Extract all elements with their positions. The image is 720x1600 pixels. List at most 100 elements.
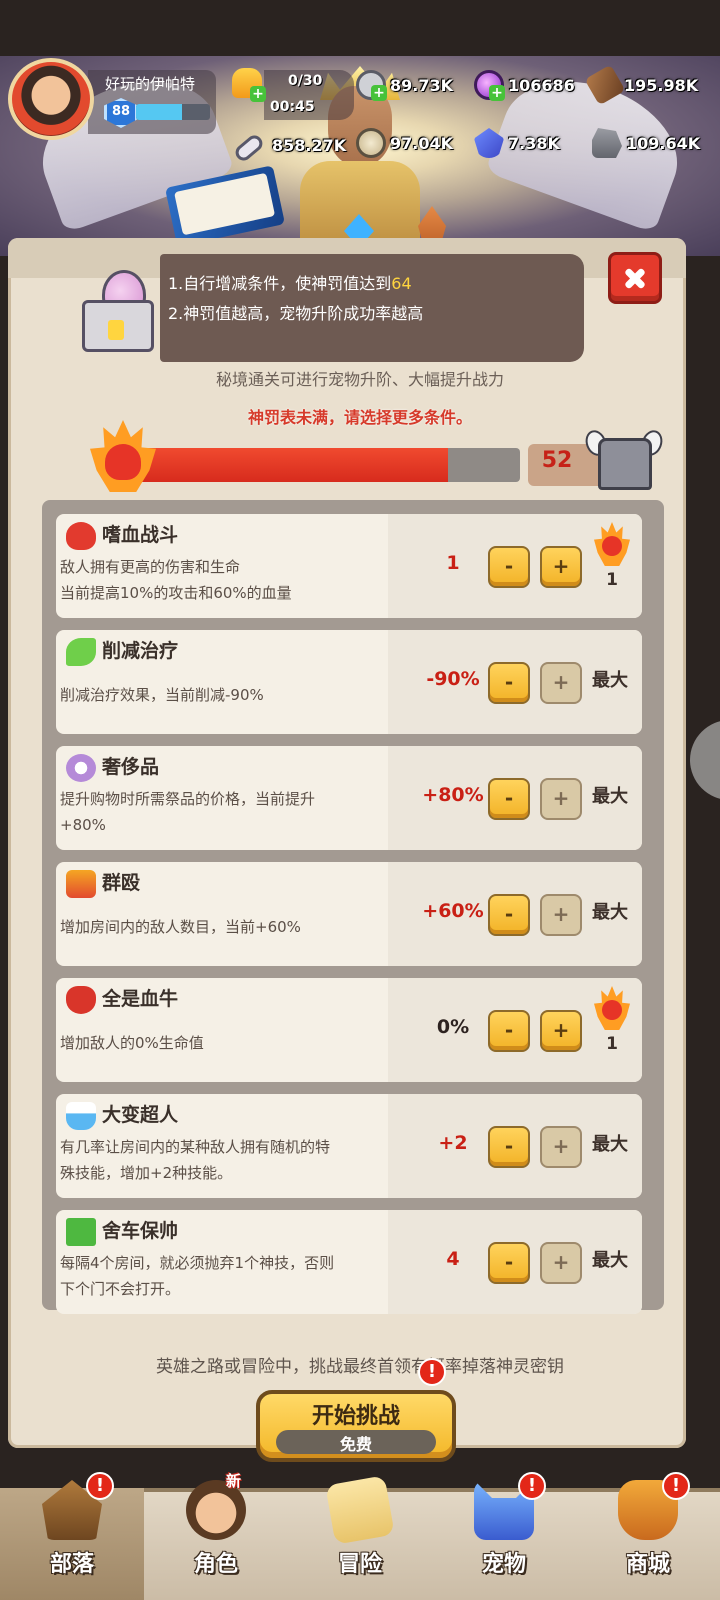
decrease-button[interactable]: - [488, 894, 530, 936]
resource-value: 7.38K [508, 133, 560, 153]
condition-title: 群殴 [102, 872, 141, 894]
player-avatar[interactable] [8, 58, 94, 140]
stone-icon [592, 128, 622, 158]
condition-desc: 增加敌人的0%生命值 [60, 1034, 204, 1052]
nav-tab-map[interactable]: 冒险 [288, 1475, 432, 1600]
healing-leaves-icon [66, 638, 96, 666]
nav-tab-pet[interactable]: 宠物! [432, 1472, 576, 1600]
resource-value: 106686 [508, 75, 575, 95]
angry-demon-icon [66, 522, 96, 550]
decrease-button[interactable]: - [488, 778, 530, 820]
decrease-button[interactable]: - [488, 1126, 530, 1168]
hint-subtitle: 秘境通关可进行宠物升阶、大幅提升战力 [215, 370, 504, 389]
bull-head-icon [66, 986, 96, 1014]
resource-value: 97.04K [390, 133, 454, 153]
resource-value: 89.73K [390, 75, 454, 95]
nav-tab-shop[interactable]: 商城! [576, 1472, 720, 1600]
max-label: 最大 [592, 670, 628, 691]
pet-egg-chest-icon [78, 262, 164, 352]
drop-hint: 英雄之路或冒险中，挑战最终首领有概率掉落神灵密钥 [156, 1357, 564, 1377]
energy-count: 0/30 [288, 73, 323, 89]
ore-icon: + [356, 70, 387, 101]
decrease-button[interactable]: - [488, 1242, 530, 1284]
app-root: 好玩的伊帕特 88 + 0/30 00:45 + 89.73K + 106686… [0, 0, 720, 1600]
cost-value: 1 [606, 570, 618, 590]
condition-desc: 削减治疗效果，当前削减-90% [60, 686, 264, 704]
decrease-button[interactable]: - [488, 1010, 530, 1052]
new-badge: 新 [226, 1472, 242, 1490]
resource-wood[interactable]: 195.98K [584, 64, 699, 106]
increase-button[interactable]: + [540, 1126, 582, 1168]
exp-fill [136, 104, 182, 120]
resource-bone[interactable]: 858.27K [232, 130, 346, 164]
resource-ore[interactable]: + 89.73K [356, 70, 454, 101]
condition-desc: 下个门不会打开。 [60, 1280, 181, 1298]
condition-row: 嗜血战斗 敌人拥有更高的伤害和生命 当前提高10%的攻击和60%的血量 1- +1 [56, 514, 642, 618]
increase-button[interactable]: + [540, 662, 582, 704]
condition-desc: 敌人拥有更高的伤害和生命 [60, 558, 241, 576]
nav-label: 部落 [49, 1552, 94, 1577]
rule-target-value: 64 [391, 274, 412, 293]
condition-row: 舍车保帅 每隔4个房间，就必须抛弃1个神技，否则 下个门不会打开。 4- + 最大 [56, 1210, 642, 1314]
wood-icon [584, 64, 626, 106]
flame-skull-icon [90, 420, 156, 492]
add-ore-icon[interactable]: + [371, 85, 387, 101]
crowd-demons-icon [66, 870, 96, 898]
increase-button[interactable]: + [540, 894, 582, 936]
increase-button[interactable]: + [540, 546, 582, 588]
nav-label: 商城 [625, 1552, 670, 1577]
close-button[interactable] [608, 252, 662, 304]
resource-value: 109.64K [626, 133, 701, 153]
condition-title: 舍车保帅 [102, 1220, 179, 1242]
resource-stone[interactable]: 109.64K [592, 128, 700, 158]
condition-row: 全是血牛 增加敌人的0%生命值 0% - +1 [56, 978, 642, 1082]
decrease-button[interactable]: - [488, 662, 530, 704]
condition-row: 群殴 增加房间内的敌人数目，当前+60% +60% - + 最大 [56, 862, 642, 966]
alert-badge: ! [662, 1472, 690, 1500]
start-alert-badge: ! [418, 1358, 446, 1386]
nav-label: 宠物 [481, 1552, 526, 1577]
max-label: 最大 [592, 786, 628, 807]
progress-fill [136, 448, 448, 482]
resource-crystal[interactable]: 7.38K [474, 128, 560, 158]
start-button-cost: 免费 [339, 1435, 372, 1454]
condition-title: 全是血牛 [102, 988, 179, 1010]
increase-button[interactable]: + [540, 778, 582, 820]
increase-button[interactable]: + [540, 1010, 582, 1052]
energy-widget[interactable]: + [232, 68, 266, 102]
nav-label: 冒险 [337, 1552, 382, 1577]
side-drawer-handle[interactable] [690, 720, 720, 800]
alert-badge: ! [518, 1472, 546, 1500]
resource-seal[interactable]: 97.04K [356, 128, 453, 158]
nav-tab-character[interactable]: 角色 新 [144, 1472, 288, 1600]
exp-bar [136, 104, 210, 120]
pearl-shell-icon [66, 754, 96, 782]
energy-icon: + [232, 68, 266, 102]
trash-bin-icon [66, 1218, 96, 1246]
decrease-button[interactable]: - [488, 546, 530, 588]
condition-desc: 殊技能，增加+2种技能。 [60, 1164, 233, 1182]
nav-label: 角色 [193, 1552, 238, 1577]
resource-value: 195.98K [624, 75, 699, 95]
horned-helmet-icon [582, 426, 666, 492]
nav-tab-tribe[interactable]: 部落! [0, 1472, 144, 1600]
player-name: 好玩的伊帕特 [105, 75, 196, 93]
map-icon [325, 1475, 395, 1545]
punishment-cost-badge: 1 [592, 986, 632, 1066]
progress-current-value: 52 [541, 448, 573, 473]
condition-desc: +80% [60, 816, 106, 834]
add-gem-icon[interactable]: + [489, 85, 505, 101]
cost-value: 1 [606, 1034, 618, 1054]
bone-icon [232, 132, 266, 164]
condition-desc: 增加房间内的敌人数目，当前+60% [60, 918, 301, 936]
rule-line-1: 1.自行增减条件，使神罚值达到64 [168, 274, 412, 293]
rule-line-2: 2.神罚值越高，宠物升阶成功率越高 [168, 304, 424, 323]
add-energy-icon[interactable]: + [250, 86, 266, 102]
condition-row: 大变超人 有几率让房间内的某种敌人拥有随机的特 殊技能，增加+2种技能。 +2- + 最大 [56, 1094, 642, 1198]
blue-crystal-icon [474, 128, 504, 158]
condition-title: 嗜血战斗 [102, 524, 179, 546]
energy-timer: 00:45 [270, 99, 315, 115]
increase-button[interactable]: + [540, 1242, 582, 1284]
resource-purple-gem[interactable]: + 106686 [474, 70, 575, 101]
condition-title: 奢侈品 [102, 756, 160, 778]
